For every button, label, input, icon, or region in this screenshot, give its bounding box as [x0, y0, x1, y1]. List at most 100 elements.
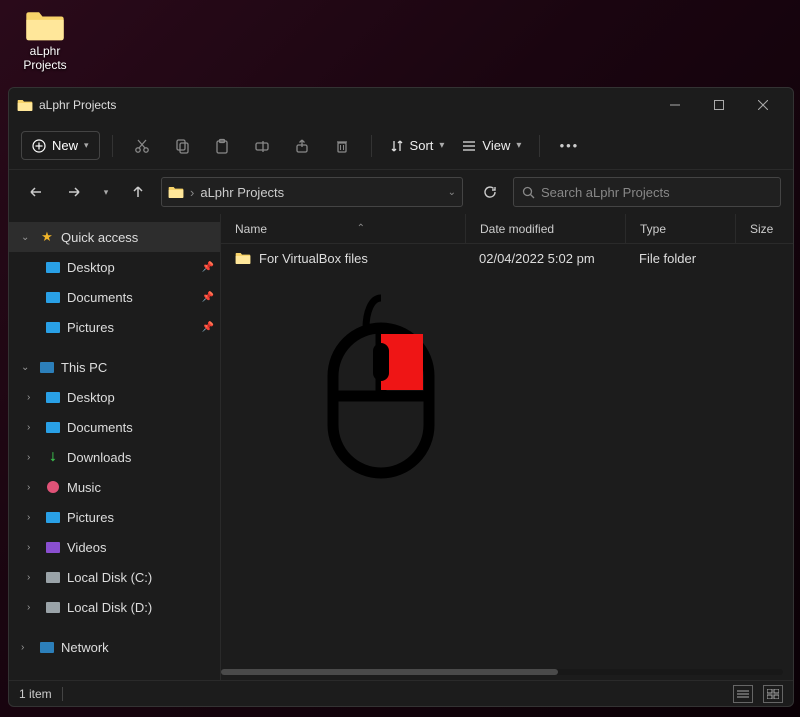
sidebar-item-pc-documents[interactable]: › Documents	[9, 412, 220, 442]
sidebar-item-documents[interactable]: › Documents 📌	[9, 282, 220, 312]
file-explorer-window: aLphr Projects New ▾	[8, 87, 794, 707]
sidebar-item-pc-videos[interactable]: › Videos	[9, 532, 220, 562]
sidebar-item-pc-desktop[interactable]: › Desktop	[9, 382, 220, 412]
documents-icon	[45, 289, 61, 305]
chevron-down-icon: ▾	[84, 140, 89, 151]
titlebar[interactable]: aLphr Projects	[9, 88, 793, 122]
chevron-down-icon: ▾	[439, 140, 444, 151]
file-date: 02/04/2022 5:02 pm	[465, 251, 625, 266]
sidebar-item-label: Downloads	[67, 450, 131, 465]
command-toolbar: New ▾ Sort ▾ View ▾	[9, 122, 793, 170]
sidebar-item-pc-music[interactable]: › Music	[9, 472, 220, 502]
address-bar[interactable]: › aLphr Projects ⌄	[161, 177, 463, 207]
sidebar-item-pc-pictures[interactable]: › Pictures	[9, 502, 220, 532]
sidebar-item-label: Local Disk (C:)	[67, 570, 152, 585]
minimize-icon	[670, 100, 680, 110]
horizontal-scrollbar[interactable]	[221, 668, 783, 676]
trash-icon	[334, 138, 350, 154]
sidebar-item-label: Quick access	[61, 230, 138, 245]
file-row[interactable]: For VirtualBox files 02/04/2022 5:02 pm …	[221, 244, 793, 272]
refresh-button[interactable]	[475, 177, 505, 207]
chevron-down-icon: ⌄	[21, 232, 33, 243]
star-icon: ★	[39, 229, 55, 245]
refresh-icon	[483, 185, 497, 199]
sidebar-item-label: Pictures	[67, 320, 114, 335]
sidebar-item-pictures[interactable]: › Pictures 📌	[9, 312, 220, 342]
up-button[interactable]	[123, 177, 153, 207]
sidebar-item-label: Local Disk (D:)	[67, 600, 152, 615]
search-box[interactable]	[513, 177, 781, 207]
window-title: aLphr Projects	[39, 98, 116, 112]
back-button[interactable]	[21, 177, 51, 207]
delete-button[interactable]	[325, 129, 359, 163]
rename-button[interactable]	[245, 129, 279, 163]
desktop-folder-label: aLphr Projects	[15, 44, 75, 73]
cut-button[interactable]	[125, 129, 159, 163]
close-button[interactable]	[741, 90, 785, 120]
new-button[interactable]: New ▾	[21, 131, 100, 160]
chevron-right-icon: ›	[27, 392, 39, 403]
plus-circle-icon	[32, 139, 46, 153]
sidebar-item-pc-downloads[interactable]: › ⭣ Downloads	[9, 442, 220, 472]
file-list-pane[interactable]: Name ⌃ Date modified Type Size For Virtu…	[221, 214, 793, 680]
cut-icon	[134, 138, 150, 154]
scrollbar-thumb[interactable]	[221, 669, 558, 675]
sidebar-item-local-disk-c[interactable]: › Local Disk (C:)	[9, 562, 220, 592]
chevron-right-icon: ›	[27, 452, 39, 463]
maximize-button[interactable]	[697, 90, 741, 120]
chevron-right-icon: ›	[21, 642, 33, 653]
sidebar-item-network[interactable]: › Network	[9, 632, 220, 662]
close-icon	[758, 100, 768, 110]
desktop-icon	[45, 259, 61, 275]
file-type: File folder	[625, 251, 735, 266]
sidebar-item-label: Desktop	[67, 390, 115, 405]
details-view-icon	[737, 689, 749, 699]
minimize-button[interactable]	[653, 90, 697, 120]
paste-icon	[214, 138, 230, 154]
sidebar-item-label: Pictures	[67, 510, 114, 525]
forward-button[interactable]	[59, 177, 89, 207]
chevron-down-icon[interactable]: ⌄	[448, 187, 456, 198]
arrow-right-icon	[67, 185, 81, 199]
chevron-down-icon: ▾	[516, 140, 521, 151]
column-header-type[interactable]: Type	[625, 214, 735, 243]
arrow-up-icon	[131, 185, 145, 199]
copy-icon	[174, 138, 190, 154]
column-header-name[interactable]: Name ⌃	[221, 222, 465, 236]
right-click-mouse-icon	[311, 288, 451, 488]
desktop-folder[interactable]: aLphr Projects	[15, 8, 75, 73]
chevron-right-icon: ›	[27, 482, 39, 493]
paste-button[interactable]	[205, 129, 239, 163]
sidebar-item-quick-access[interactable]: ⌄ ★ Quick access	[9, 222, 220, 252]
column-header-date[interactable]: Date modified	[465, 214, 625, 243]
details-view-button[interactable]	[733, 685, 753, 703]
navigation-sidebar[interactable]: ⌄ ★ Quick access › Desktop 📌 › Documents…	[9, 214, 221, 680]
search-input[interactable]	[541, 185, 772, 200]
sidebar-item-label: Network	[61, 640, 109, 655]
sidebar-item-desktop[interactable]: › Desktop 📌	[9, 252, 220, 282]
rename-icon	[254, 138, 270, 154]
disk-icon	[45, 569, 61, 585]
copy-button[interactable]	[165, 129, 199, 163]
view-label: View	[482, 138, 510, 153]
column-header-size[interactable]: Size	[735, 214, 793, 243]
view-button[interactable]: View ▾	[456, 134, 527, 157]
folder-icon	[17, 98, 33, 112]
more-button[interactable]: •••	[552, 129, 586, 163]
recent-locations-button[interactable]: ▾	[97, 177, 115, 207]
item-count: 1 item	[19, 687, 52, 701]
breadcrumb[interactable]: aLphr Projects	[200, 185, 284, 200]
folder-icon	[168, 185, 184, 199]
sidebar-item-label: Documents	[67, 290, 133, 305]
sidebar-item-local-disk-d[interactable]: › Local Disk (D:)	[9, 592, 220, 622]
chevron-right-icon: ›	[27, 422, 39, 433]
search-icon	[522, 186, 535, 199]
status-bar: 1 item	[9, 680, 793, 706]
file-name: For VirtualBox files	[259, 251, 368, 266]
sidebar-item-this-pc[interactable]: ⌄ This PC	[9, 352, 220, 382]
share-button[interactable]	[285, 129, 319, 163]
thumbnails-view-button[interactable]	[763, 685, 783, 703]
sidebar-item-label: Music	[67, 480, 101, 495]
sort-button[interactable]: Sort ▾	[384, 134, 451, 157]
chevron-right-icon: ›	[27, 542, 39, 553]
